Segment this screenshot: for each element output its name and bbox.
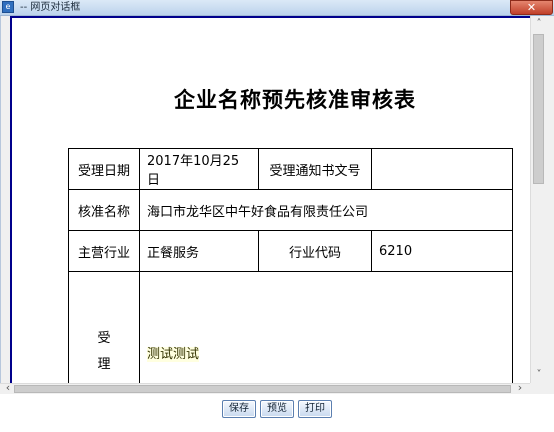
- ie-page-icon: e: [2, 1, 14, 13]
- industry-code-label: 行业代码: [258, 230, 372, 272]
- accept-opinion-cell: 测试测试: [139, 271, 513, 383]
- frame-border-top: [10, 16, 530, 18]
- receive-date-label: 受理日期: [68, 148, 140, 190]
- action-bar: 保存 预览 打印: [0, 400, 554, 418]
- accept-opinion-value[interactable]: 测试测试: [147, 346, 200, 362]
- page-title: 企业名称预先核准审核表: [174, 87, 416, 112]
- document-viewport: 企业名称预先核准审核表 受理日期 2017年10月25日 受理通知书文号 核准名…: [10, 16, 530, 383]
- window-titlebar: e -- 网页对话框 ✕: [0, 0, 554, 16]
- save-button[interactable]: 保存: [222, 400, 256, 418]
- accept-label-char-2: 理: [97, 357, 111, 372]
- vertical-scrollbar[interactable]: ˄ ˅: [530, 16, 547, 383]
- accept-label-char-1: 受: [97, 331, 111, 346]
- window-title: -- 网页对话框: [20, 2, 81, 13]
- preview-button[interactable]: 预览: [260, 400, 294, 418]
- table-row: 核准名称 海口市龙华区中午好食品有限责任公司: [68, 189, 513, 231]
- receive-date-value: 2017年10月25日: [139, 148, 259, 190]
- scroll-left-icon[interactable]: ‹: [2, 381, 14, 395]
- table-row: 受理日期 2017年10月25日 受理通知书文号: [68, 148, 513, 190]
- vertical-scroll-thumb[interactable]: [533, 34, 544, 184]
- frame-border-left: [10, 16, 12, 383]
- notice-number-label: 受理通知书文号: [258, 148, 372, 190]
- review-form-table: 受理日期 2017年10月25日 受理通知书文号 核准名称 海口市龙华区中午好食…: [68, 148, 513, 383]
- horizontal-scroll-thumb[interactable]: [14, 385, 511, 393]
- notice-number-value: [371, 148, 513, 190]
- main-industry-value: 正餐服务: [139, 230, 259, 272]
- table-row: 主营行业 正餐服务 行业代码 6210: [68, 230, 513, 272]
- main-industry-label: 主营行业: [68, 230, 140, 272]
- close-icon: ✕: [526, 1, 537, 14]
- industry-code-value: 6210: [371, 230, 513, 272]
- accept-opinion-label: 受 理: [68, 271, 140, 383]
- scroll-down-icon[interactable]: ˅: [531, 367, 547, 383]
- approved-name-label: 核准名称: [68, 189, 140, 231]
- approved-name-value: 海口市龙华区中午好食品有限责任公司: [139, 189, 513, 231]
- print-button[interactable]: 打印: [298, 400, 332, 418]
- scroll-up-icon[interactable]: ˄: [531, 16, 547, 32]
- scroll-right-icon[interactable]: ›: [514, 381, 526, 395]
- horizontal-scrollbar[interactable]: ‹ ›: [0, 381, 530, 395]
- table-row: 受 理 测试测试: [68, 271, 513, 383]
- close-button[interactable]: ✕: [510, 0, 553, 15]
